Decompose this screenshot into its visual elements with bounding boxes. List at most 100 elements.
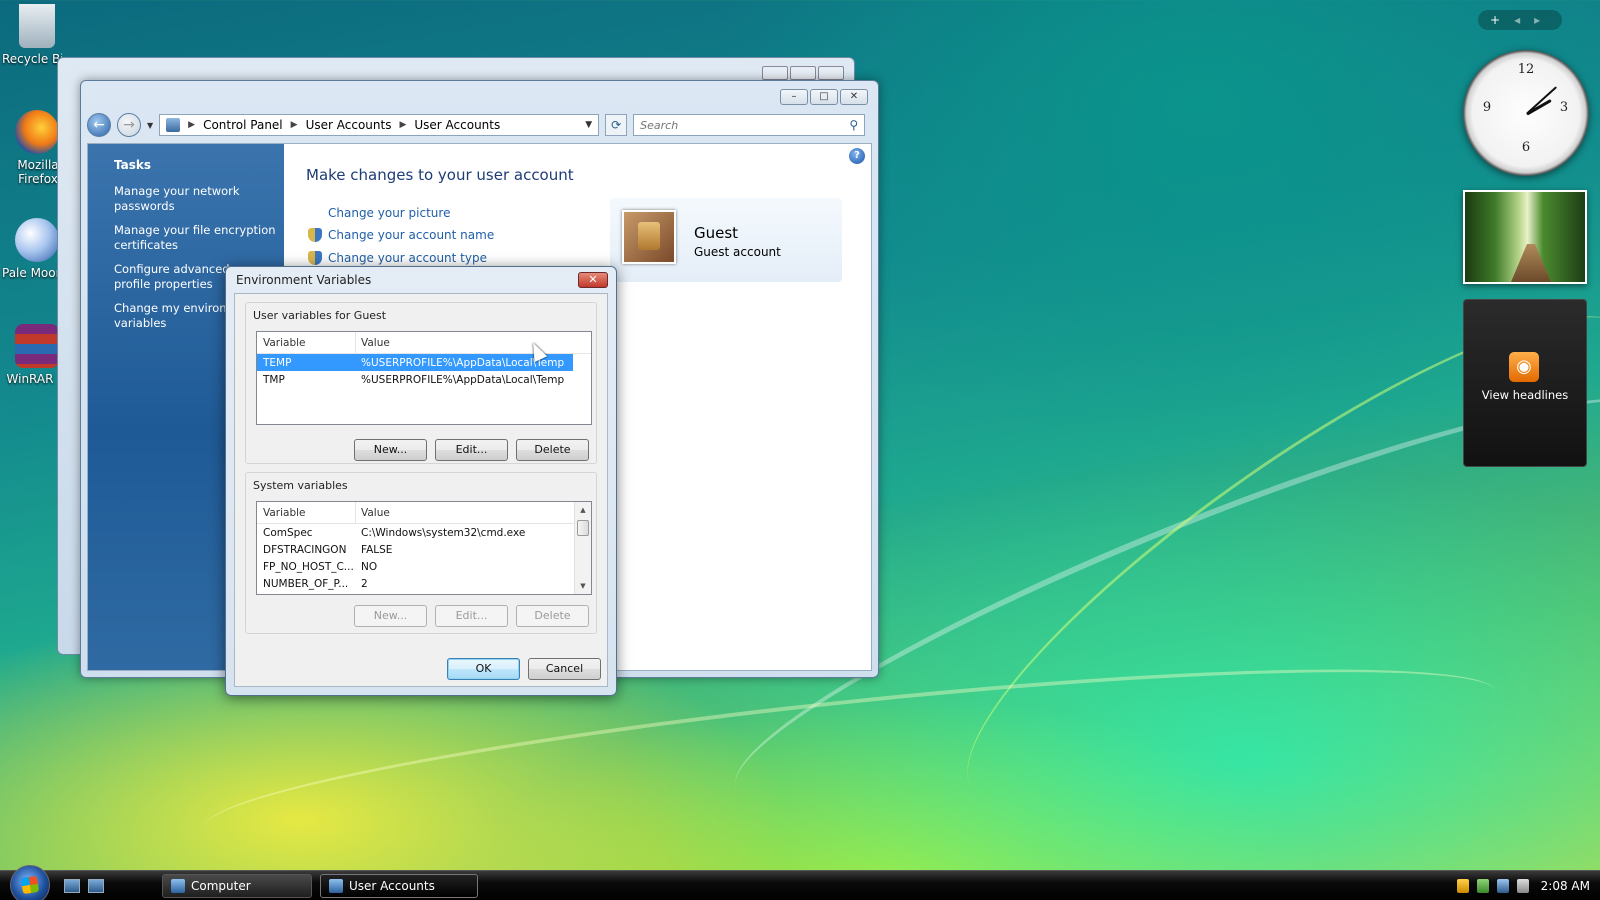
task-link[interactable]: Manage your file encryption certificates xyxy=(114,223,276,253)
taskbar-button-computer[interactable]: Computer xyxy=(162,874,312,898)
forward-button[interactable]: → xyxy=(117,113,141,137)
variable-name: FP_NO_HOST_C... xyxy=(263,560,354,573)
vertical-scrollbar[interactable]: ▲ ▼ xyxy=(574,502,591,594)
clock-gadget[interactable]: 12 3 6 9 xyxy=(1463,50,1589,176)
start-button[interactable] xyxy=(10,865,50,900)
user-delete-button[interactable]: Delete xyxy=(516,439,589,461)
list-item[interactable]: NUMBER_OF_P... 2 xyxy=(257,575,591,592)
environment-variables-dialog[interactable]: Environment Variables ✕ User variables f… xyxy=(225,266,617,696)
change-name-link[interactable]: Change your account name xyxy=(328,228,494,242)
search-input[interactable] xyxy=(640,118,850,132)
view-headlines-label[interactable]: View headlines xyxy=(1464,388,1586,402)
list-item[interactable]: TEMP %USERPROFILE%\AppData\Local\Temp xyxy=(257,354,573,371)
user-account-type: Guest account xyxy=(694,245,781,259)
help-icon[interactable]: ? xyxy=(849,148,865,164)
close-button[interactable]: ✕ xyxy=(578,272,608,288)
dialog-title: Environment Variables xyxy=(236,273,372,287)
navigation-bar: ← → ▼ ▶ Control Panel ▶ User Accounts ▶ … xyxy=(87,111,872,139)
system-edit-button[interactable]: Edit... xyxy=(435,605,508,627)
window-controls xyxy=(762,66,844,80)
variable-name: TEMP xyxy=(263,356,292,369)
column-header-value[interactable]: Value xyxy=(356,507,591,519)
breadcrumb-separator[interactable]: ▶ xyxy=(399,120,406,130)
breadcrumb-item[interactable]: User Accounts xyxy=(414,118,500,132)
user-new-button[interactable]: New... xyxy=(354,439,427,461)
desktop-icon-label: Recycle Bin xyxy=(2,52,62,66)
recent-pages-dropdown[interactable]: ▼ xyxy=(147,121,153,130)
maximize-button[interactable] xyxy=(790,66,816,80)
scroll-down-arrow-icon[interactable]: ▼ xyxy=(575,578,591,594)
list-item[interactable]: TMP %USERPROFILE%\AppData\Local\Temp xyxy=(257,371,591,388)
rss-icon: ◉ xyxy=(1509,352,1539,382)
system-tray: 2:08 AM xyxy=(1456,871,1590,900)
group-label: User variables for Guest xyxy=(253,309,387,322)
maximize-button[interactable]: □ xyxy=(810,89,838,105)
column-header-variable[interactable]: Variable xyxy=(257,502,356,524)
computer-icon xyxy=(171,879,185,893)
firefox-icon xyxy=(15,110,59,154)
variable-name: ComSpec xyxy=(263,526,313,539)
connection-icon[interactable] xyxy=(1496,879,1509,893)
switch-windows-icon[interactable] xyxy=(88,879,104,893)
breadcrumb-item[interactable]: Control Panel xyxy=(203,118,283,132)
search-icon[interactable]: ⚲ xyxy=(849,118,858,132)
clock-numeral: 12 xyxy=(1517,62,1535,77)
page-title: Make changes to your user account xyxy=(306,166,574,184)
avatar xyxy=(622,210,676,264)
list-item[interactable]: FP_NO_HOST_C... NO xyxy=(257,558,591,575)
taskbar-clock[interactable]: 2:08 AM xyxy=(1541,879,1590,893)
list-header: Variable Value xyxy=(257,502,591,524)
list-item[interactable]: ComSpec C:\Windows\system32\cmd.exe xyxy=(257,524,591,541)
column-header-variable[interactable]: Variable xyxy=(257,332,356,354)
scrollbar-thumb[interactable] xyxy=(577,520,589,536)
sidebar-controls: + ◂ ▸ xyxy=(1478,10,1562,30)
system-new-button[interactable]: New... xyxy=(354,605,427,627)
minimize-button[interactable] xyxy=(762,66,788,80)
taskbar-button-user-accounts[interactable]: User Accounts xyxy=(320,874,478,898)
change-picture-link[interactable]: Change your picture xyxy=(328,206,450,220)
winrar-icon xyxy=(15,324,59,368)
clock-minute-hand xyxy=(1526,86,1558,115)
scroll-up-arrow-icon[interactable]: ▲ xyxy=(575,502,591,518)
task-link[interactable]: Manage your network passwords xyxy=(114,184,276,214)
taskbar-button-label: User Accounts xyxy=(349,879,435,893)
variable-value: FALSE xyxy=(361,543,393,556)
change-type-link[interactable]: Change your account type xyxy=(328,251,487,265)
variable-name: DFSTRACINGON xyxy=(263,543,347,556)
variable-value: 2 xyxy=(361,577,368,590)
next-icon[interactable]: ▸ xyxy=(1534,13,1540,27)
network-icon[interactable] xyxy=(1476,879,1489,893)
variable-value: %USERPROFILE%\AppData\Local\Temp xyxy=(361,373,565,386)
group-label: System variables xyxy=(253,479,348,492)
user-edit-button[interactable]: Edit... xyxy=(435,439,508,461)
show-desktop-icon[interactable] xyxy=(64,879,80,893)
volume-muted-icon[interactable] xyxy=(1516,879,1529,893)
list-item[interactable]: DFSTRACINGON FALSE xyxy=(257,541,591,558)
address-dropdown[interactable]: ▼ xyxy=(585,120,592,130)
add-gadget-icon[interactable]: + xyxy=(1490,13,1500,27)
feed-headlines-gadget[interactable]: ◉ View headlines xyxy=(1463,299,1587,467)
previous-icon[interactable]: ◂ xyxy=(1514,13,1520,27)
variable-value: NO xyxy=(361,560,378,573)
close-button[interactable]: ✕ xyxy=(840,89,868,105)
search-box[interactable]: ⚲ xyxy=(633,114,866,136)
clock-numeral: 3 xyxy=(1559,100,1569,115)
taskbar: Computer User Accounts 2:08 AM xyxy=(0,865,1600,900)
shield-icon xyxy=(308,228,322,242)
breadcrumb-separator[interactable]: ▶ xyxy=(188,120,195,130)
close-button[interactable] xyxy=(818,66,844,80)
column-header-value[interactable]: Value xyxy=(356,337,591,349)
system-variables-list[interactable]: Variable Value ComSpec C:\Windows\system… xyxy=(256,501,592,595)
back-button[interactable]: ← xyxy=(87,113,111,137)
slideshow-gadget[interactable] xyxy=(1463,190,1587,284)
minimize-button[interactable]: – xyxy=(780,89,808,105)
breadcrumb-item[interactable]: User Accounts xyxy=(306,118,392,132)
refresh-button[interactable]: ⟳ xyxy=(605,114,628,136)
breadcrumb-separator[interactable]: ▶ xyxy=(291,120,298,130)
user-card: Guest Guest account xyxy=(610,198,842,282)
cancel-button[interactable]: Cancel xyxy=(528,658,601,680)
address-bar[interactable]: ▶ Control Panel ▶ User Accounts ▶ User A… xyxy=(159,114,600,136)
security-icon[interactable] xyxy=(1456,879,1469,893)
system-delete-button[interactable]: Delete xyxy=(516,605,589,627)
ok-button[interactable]: OK xyxy=(447,658,520,680)
